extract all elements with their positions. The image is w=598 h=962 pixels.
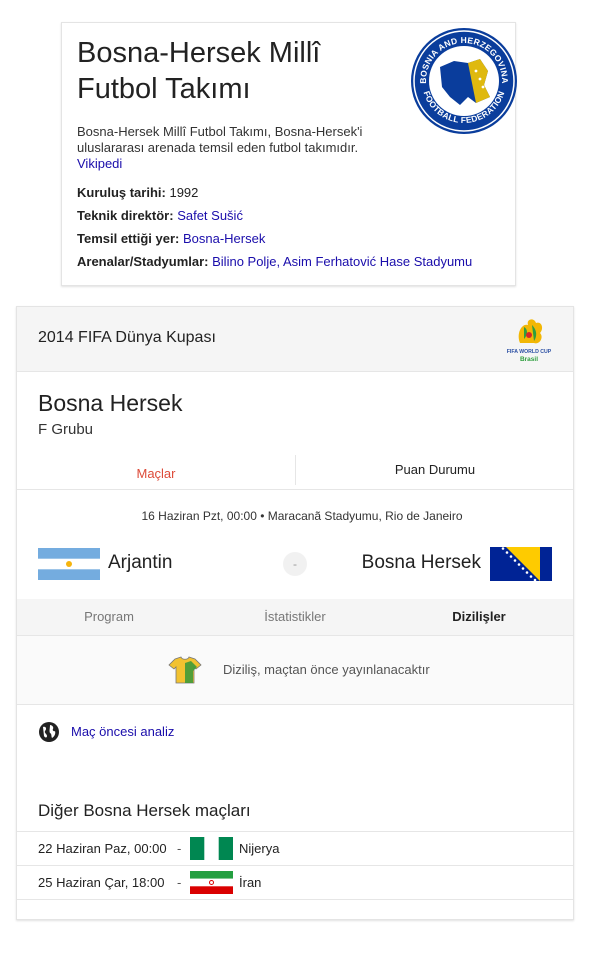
tournament-title: 2014 FIFA Dünya Kupası xyxy=(38,329,216,346)
group-name: F Grubu xyxy=(38,421,94,438)
knowledge-panel: Bosna-Hersek Millî Futbol Takımı BOSNIA … xyxy=(61,22,517,286)
panel-title: Bosna-Hersek Millî Futbol Takımı xyxy=(77,37,321,105)
tournament-card: 2014 FIFA Dünya Kupası FIFA WORLD CUP Br… xyxy=(16,306,574,920)
subtab-lineups[interactable]: Dizilişler xyxy=(409,599,549,635)
lineup-panel: Diziliş, maçtan önce yayınlanacaktır xyxy=(17,636,573,705)
fact-represents: Temsil ettiği yer: Bosna-Hersek xyxy=(77,231,265,247)
match-dash: - xyxy=(177,841,182,856)
away-team-name[interactable]: Bosna Hersek xyxy=(362,552,481,574)
fact-link[interactable]: Bilino Polje, Asim Ferhatović Hase Stady… xyxy=(212,254,472,269)
team-name: Bosna Hersek xyxy=(38,390,183,416)
subtab-statistics[interactable]: İstatistikler xyxy=(225,599,365,635)
opponent-name: İran xyxy=(239,875,262,890)
other-match-row[interactable]: 22 Haziran Paz, 00:00 - Nijerya xyxy=(17,831,573,866)
fact-label: Temsil ettiği yer: xyxy=(77,231,180,246)
match-info: 16 Haziran Pzt, 00:00 • Maracanã Stadyum… xyxy=(141,509,463,523)
score-placeholder: - xyxy=(283,552,307,576)
globe-icon xyxy=(39,722,59,742)
tournament-header[interactable]: 2014 FIFA Dünya Kupası FIFA WORLD CUP Br… xyxy=(17,307,573,372)
divider xyxy=(17,899,573,900)
fact-link[interactable]: Bosna-Hersek xyxy=(183,231,265,246)
fact-founded: Kuruluş tarihi: 1992 xyxy=(77,185,198,201)
iran-flag-icon xyxy=(190,871,233,894)
opponent-name: Nijerya xyxy=(239,841,280,856)
federation-logo-icon: BOSNIA AND HERZEGOVINA FOOTBALL FEDERATI… xyxy=(411,28,517,134)
match-date: 25 Haziran Çar, 18:00 xyxy=(38,875,165,890)
tab-bar: Maçlar Puan Durumu xyxy=(17,455,573,490)
analysis-row[interactable]: Maç öncesi analiz xyxy=(17,705,573,761)
source-link[interactable]: Vikipedi xyxy=(77,156,122,171)
other-match-row[interactable]: 25 Haziran Çar, 18:00 - İran xyxy=(17,865,573,900)
home-team-name[interactable]: Arjantin xyxy=(108,552,172,574)
nigeria-flag-icon xyxy=(190,837,233,860)
jersey-icon xyxy=(168,656,202,684)
bosnia-flag-icon xyxy=(490,547,552,581)
fact-label: Arenalar/Stadyumlar: xyxy=(77,254,209,269)
fact-stadiums: Arenalar/Stadyumlar: Bilino Polje, Asim … xyxy=(77,254,472,270)
tab-standings[interactable]: Puan Durumu xyxy=(296,455,574,489)
tab-matches[interactable]: Maçlar xyxy=(17,459,295,493)
lineup-message: Diziliş, maçtan önce yayınlanacaktır xyxy=(223,662,430,677)
fact-coach: Teknik direktör: Safet Sušić xyxy=(77,208,243,224)
pre-match-analysis-link[interactable]: Maç öncesi analiz xyxy=(71,724,174,739)
world-cup-logo-text: FIFA WORLD CUP xyxy=(507,349,552,355)
fact-value: 1992 xyxy=(169,185,199,200)
subtab-program[interactable]: Program xyxy=(39,599,179,635)
fact-label: Kuruluş tarihi: xyxy=(77,185,166,200)
match-dash: - xyxy=(177,875,182,890)
world-cup-logo-subtext: Brasil xyxy=(520,356,538,363)
fact-label: Teknik direktör: xyxy=(77,208,174,223)
fact-link[interactable]: Safet Sušić xyxy=(177,208,243,223)
other-matches-title: Diğer Bosna Hersek maçları xyxy=(38,801,251,820)
match-date: 22 Haziran Paz, 00:00 xyxy=(38,841,167,856)
panel-description: Bosna-Hersek Millî Futbol Takımı, Bosna-… xyxy=(77,124,363,155)
argentina-flag-icon xyxy=(38,548,100,580)
world-cup-logo-icon: FIFA WORLD CUP Brasil xyxy=(507,319,552,363)
match-subtabs: Program İstatistikler Dizilişler xyxy=(17,599,573,636)
